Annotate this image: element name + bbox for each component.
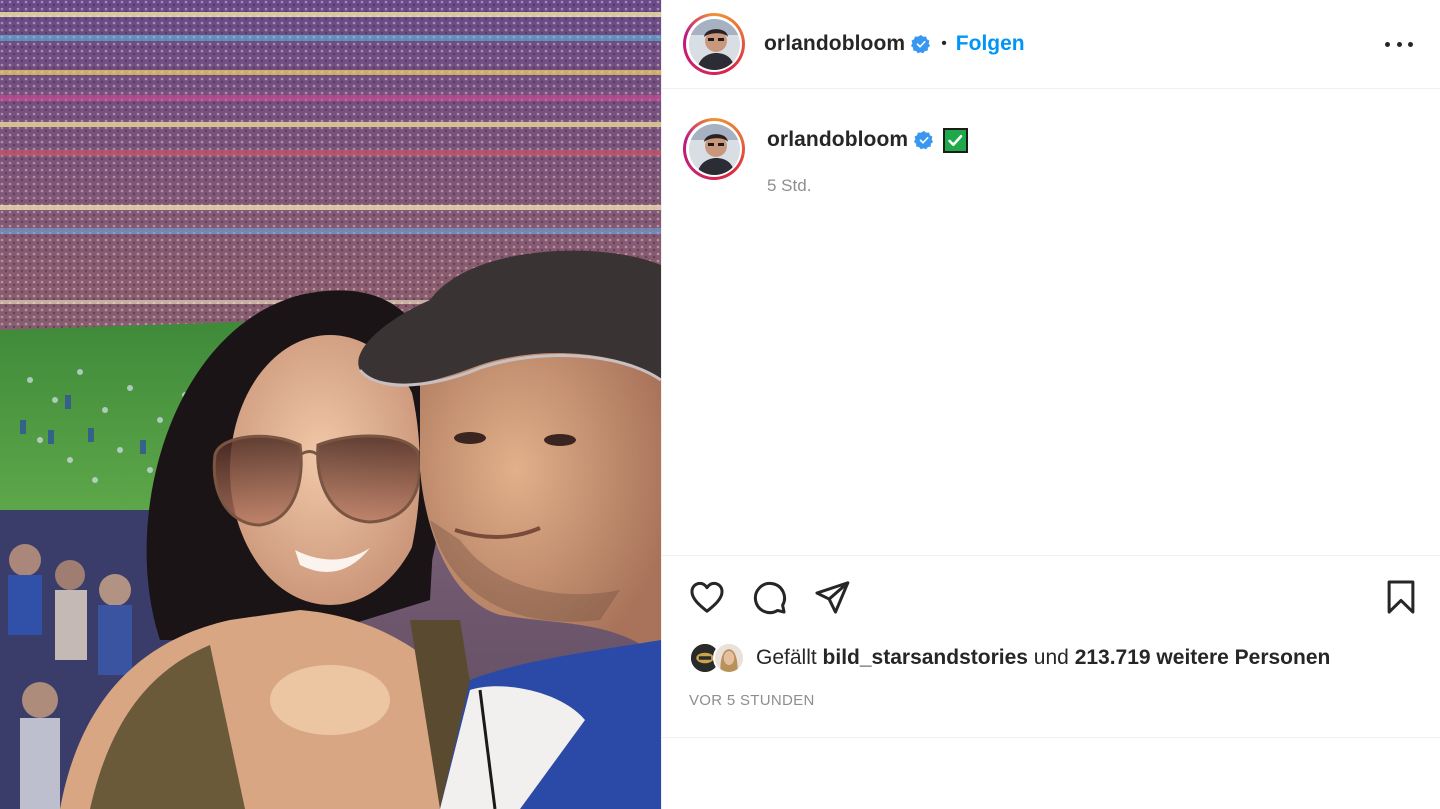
verified-badge-icon (914, 130, 934, 150)
stadium-selfie-image (0, 0, 661, 809)
avatar (688, 18, 740, 70)
likes-count[interactable]: 213.719 weitere Personen (1075, 646, 1331, 669)
posted-time[interactable]: VOR 5 STUNDEN (689, 692, 815, 709)
paper-plane-icon[interactable] (813, 578, 851, 616)
instagram-post: orlandobloom • Folgen orlandobloom 5 Std… (0, 0, 1440, 809)
action-bar: Gefällt bild_starsandstories und 213.719… (662, 555, 1440, 738)
likes-summary: Gefällt bild_starsandstories und 213.719… (689, 642, 1330, 674)
more-options-icon[interactable] (1385, 30, 1413, 58)
check-mark-emoji-icon (943, 127, 969, 153)
caption: orlandobloom 5 Std. (683, 118, 969, 196)
avatar-story-ring[interactable] (683, 13, 745, 75)
separator-dot: • (941, 35, 947, 52)
caption-timestamp[interactable]: 5 Std. (767, 176, 968, 196)
header-username[interactable]: orlandobloom (764, 32, 905, 56)
liker-username[interactable]: bild_starsandstories (823, 646, 1028, 669)
post-header: orlandobloom • Folgen (662, 0, 1440, 89)
caption-username[interactable]: orlandobloom (767, 128, 908, 152)
likes-conjunction: und (1033, 646, 1069, 669)
verified-badge-icon (911, 34, 931, 54)
caption-avatar-ring[interactable] (683, 118, 745, 180)
caption-avatar (688, 123, 740, 175)
comment-icon[interactable] (750, 578, 788, 616)
follow-button[interactable]: Folgen (956, 32, 1025, 56)
liker-avatar[interactable] (713, 642, 745, 674)
likes-prefix: Gefällt (756, 646, 817, 669)
heart-icon[interactable] (688, 578, 726, 616)
post-panel: orlandobloom • Folgen orlandobloom 5 Std… (661, 0, 1440, 809)
post-photo[interactable] (0, 0, 661, 809)
bookmark-icon[interactable] (1382, 578, 1420, 616)
liker-avatars (689, 642, 747, 674)
